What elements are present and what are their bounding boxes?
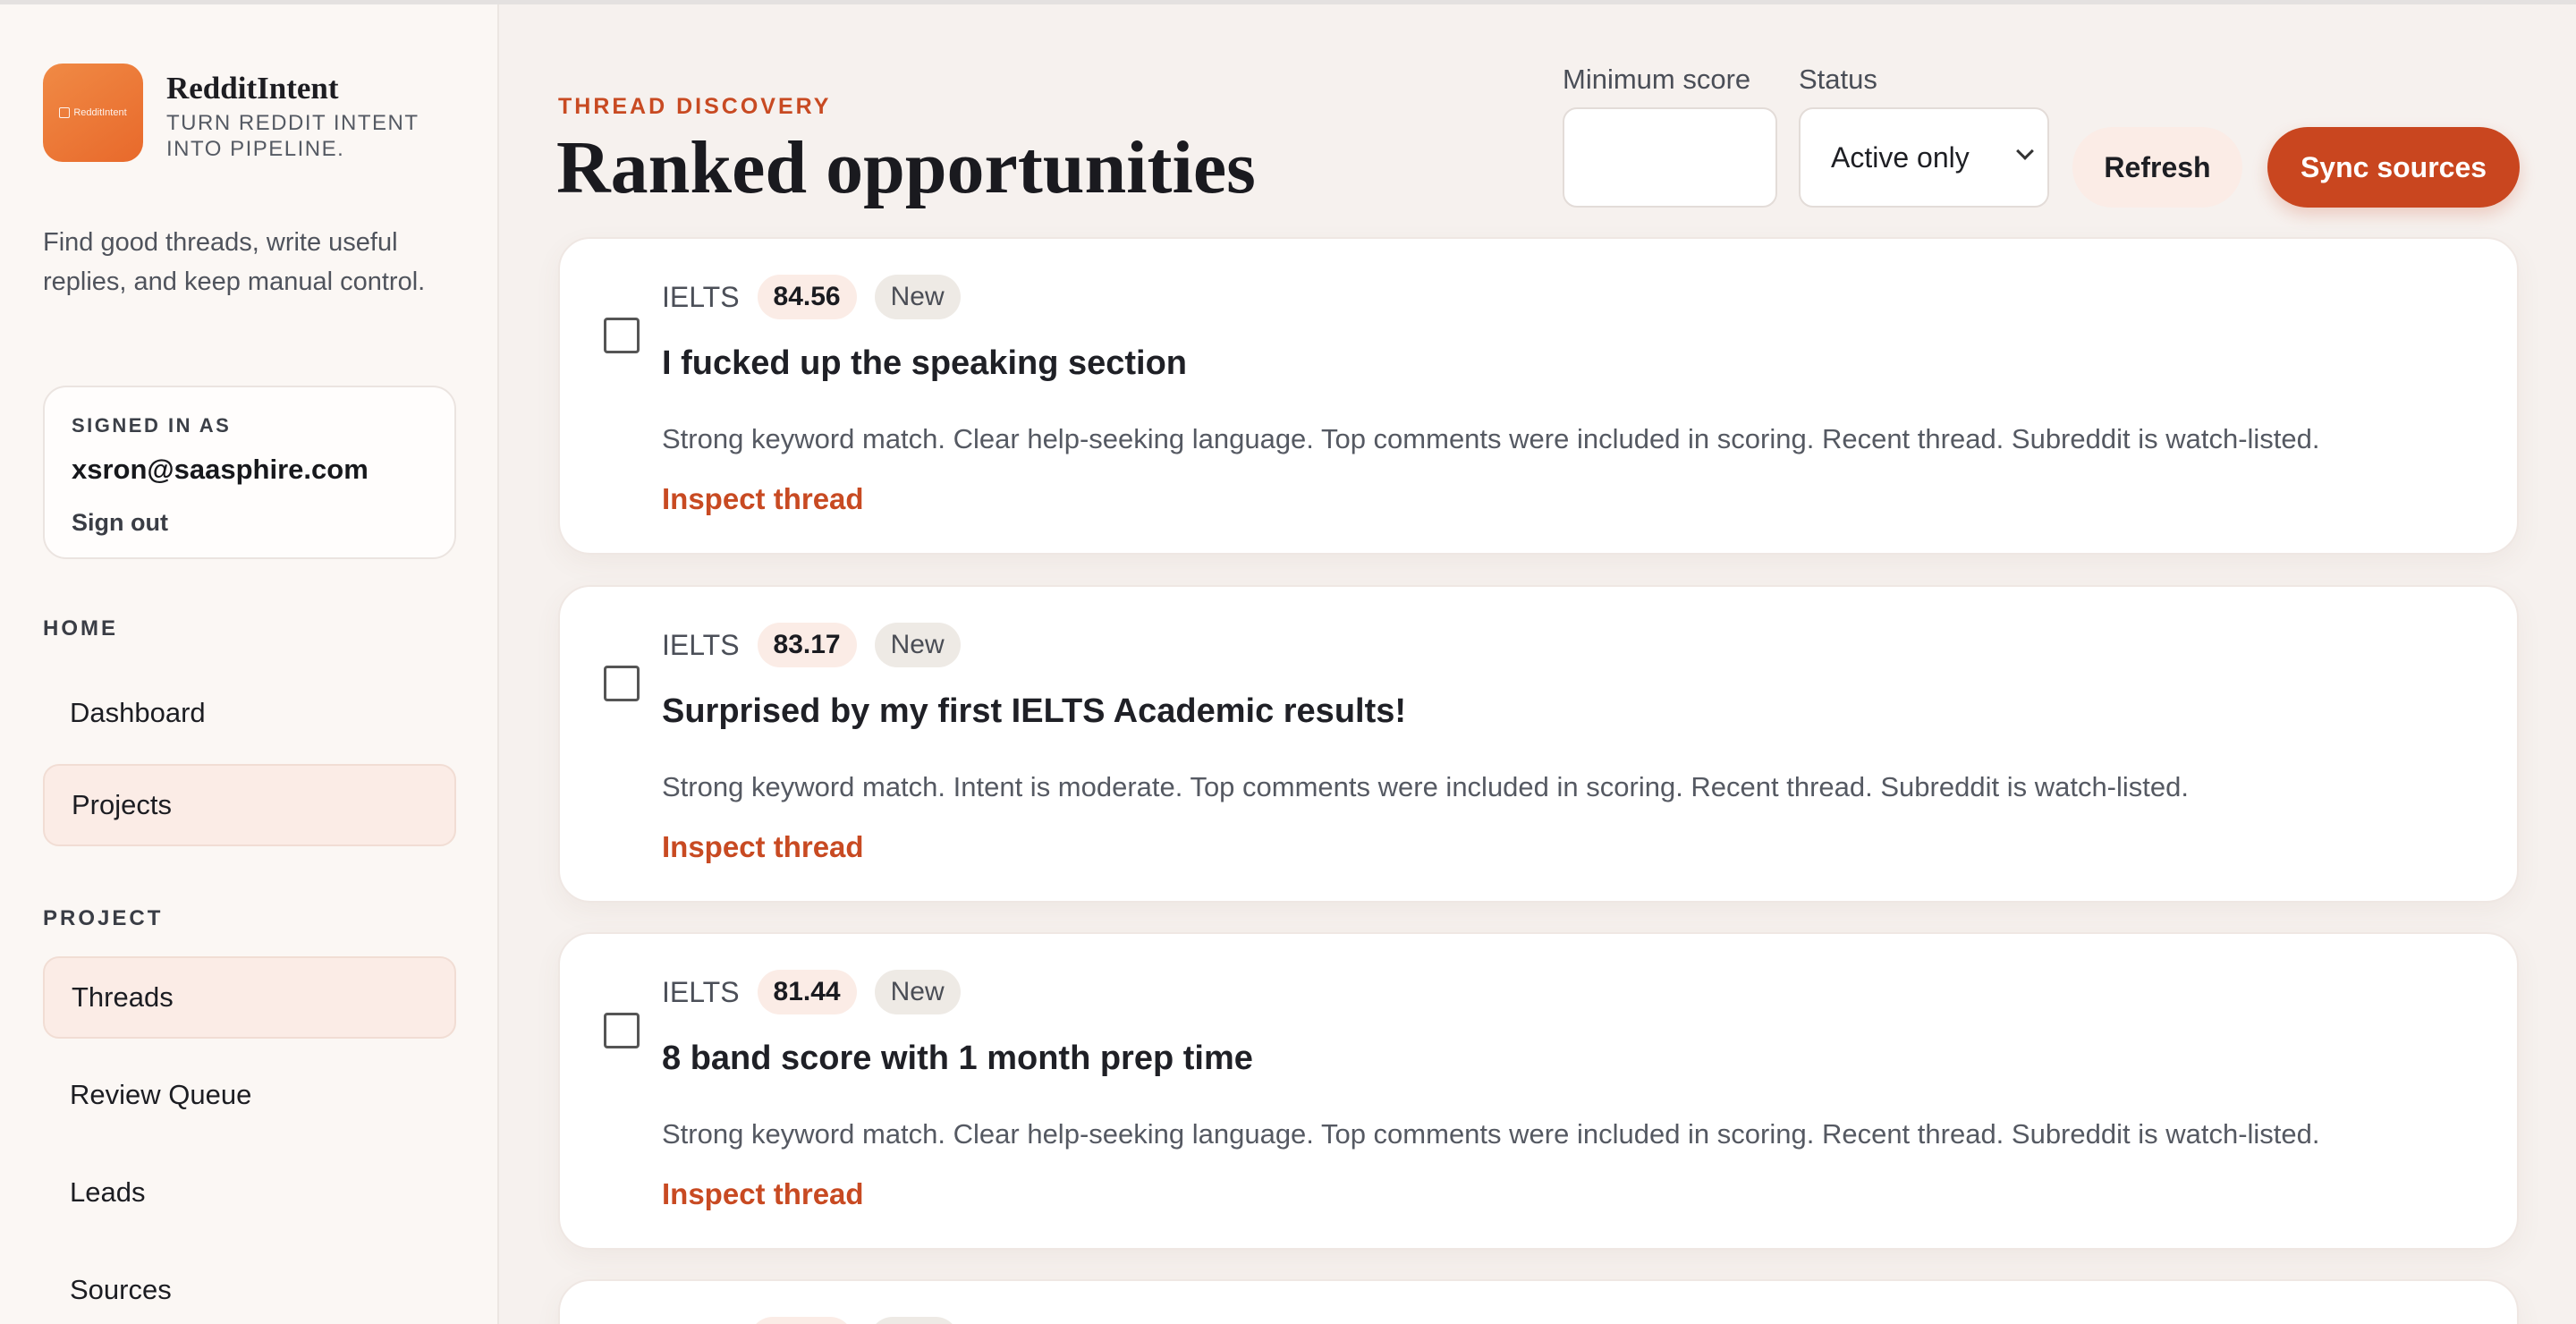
thread-score-badge: 84.56 <box>757 275 857 319</box>
thread-subreddit: IELTS <box>662 280 740 313</box>
brand[interactable]: RedditIntent RedditIntent TURN REDDIT IN… <box>43 64 435 162</box>
page-eyebrow: THREAD DISCOVERY <box>558 94 832 119</box>
brand-name: RedditIntent <box>166 71 339 106</box>
account-email: xsron@saasphire.com <box>72 454 369 485</box>
nav-heading-home: HOME <box>43 616 118 641</box>
sidebar-item-projects[interactable]: Projects <box>43 764 456 846</box>
account-card: SIGNED IN AS xsron@saasphire.com Sign ou… <box>43 386 456 559</box>
thread-subreddit: IELTS <box>662 975 740 1008</box>
inspect-thread-link[interactable]: Inspect thread <box>662 482 864 516</box>
min-score-label: Minimum score <box>1563 64 1751 95</box>
thread-checkbox[interactable] <box>604 318 640 353</box>
page-title: Ranked opportunities <box>556 126 1256 209</box>
chevron-down-icon <box>2016 142 2034 160</box>
nav-heading-project: PROJECT <box>43 906 164 930</box>
thread-card-partial <box>558 1279 2519 1324</box>
thread-status-badge: New <box>874 623 961 667</box>
sidebar-item-threads[interactable]: Threads <box>43 956 456 1039</box>
thread-status-badge: New <box>874 275 961 319</box>
status-label: Status <box>1799 64 1877 95</box>
thread-score-badge: 81.44 <box>757 970 857 1014</box>
thread-score-badge: 83.17 <box>757 623 857 667</box>
sidebar-item-sources[interactable]: Sources <box>43 1249 456 1324</box>
brand-tagline: TURN REDDIT INTENT INTO PIPELINE. <box>166 111 419 161</box>
thread-card: IELTS 81.44 New 8 band score with 1 mont… <box>558 932 2519 1250</box>
sidebar-description: Find good threads, write useful replies,… <box>43 228 426 296</box>
sync-sources-button[interactable]: Sync sources <box>2267 127 2520 208</box>
thread-score-badge <box>750 1317 853 1324</box>
thread-card: IELTS 83.17 New Surprised by my first IE… <box>558 585 2519 903</box>
thread-reasons: Strong keyword match. Clear help-seeking… <box>662 423 2320 454</box>
thread-reasons: Strong keyword match. Clear help-seeking… <box>662 1118 2320 1150</box>
thread-status-badge <box>869 1317 959 1324</box>
sidebar-item-dashboard[interactable]: Dashboard <box>43 672 456 754</box>
thread-title: I fucked up the speaking section <box>662 344 1188 382</box>
thread-title: Surprised by my first IELTS Academic res… <box>662 692 1407 730</box>
logo-icon: RedditIntent <box>43 64 143 162</box>
thread-title: 8 band score with 1 month prep time <box>662 1040 1253 1077</box>
thread-card: IELTS 84.56 New I fucked up the speaking… <box>558 237 2519 555</box>
status-select-value: Active only <box>1831 140 1970 174</box>
sidebar: RedditIntent RedditIntent TURN REDDIT IN… <box>0 4 499 1324</box>
sidebar-item-review-queue[interactable]: Review Queue <box>43 1054 456 1136</box>
status-select[interactable]: Active only <box>1799 107 2049 208</box>
main-content: THREAD DISCOVERY Ranked opportunities Mi… <box>501 4 2576 1324</box>
refresh-button[interactable]: Refresh <box>2072 127 2242 208</box>
thread-status-badge: New <box>874 970 961 1014</box>
thread-checkbox[interactable] <box>604 666 640 701</box>
sidebar-item-leads[interactable]: Leads <box>43 1151 456 1234</box>
thread-checkbox[interactable] <box>604 1013 640 1048</box>
thread-subreddit: IELTS <box>662 628 740 661</box>
signed-in-label: SIGNED IN AS <box>72 414 232 437</box>
sign-out-link[interactable]: Sign out <box>72 509 454 537</box>
inspect-thread-link[interactable]: Inspect thread <box>662 830 864 864</box>
thread-reasons: Strong keyword match. Intent is moderate… <box>662 771 2189 802</box>
inspect-thread-link[interactable]: Inspect thread <box>662 1177 864 1211</box>
min-score-input[interactable] <box>1563 107 1777 208</box>
